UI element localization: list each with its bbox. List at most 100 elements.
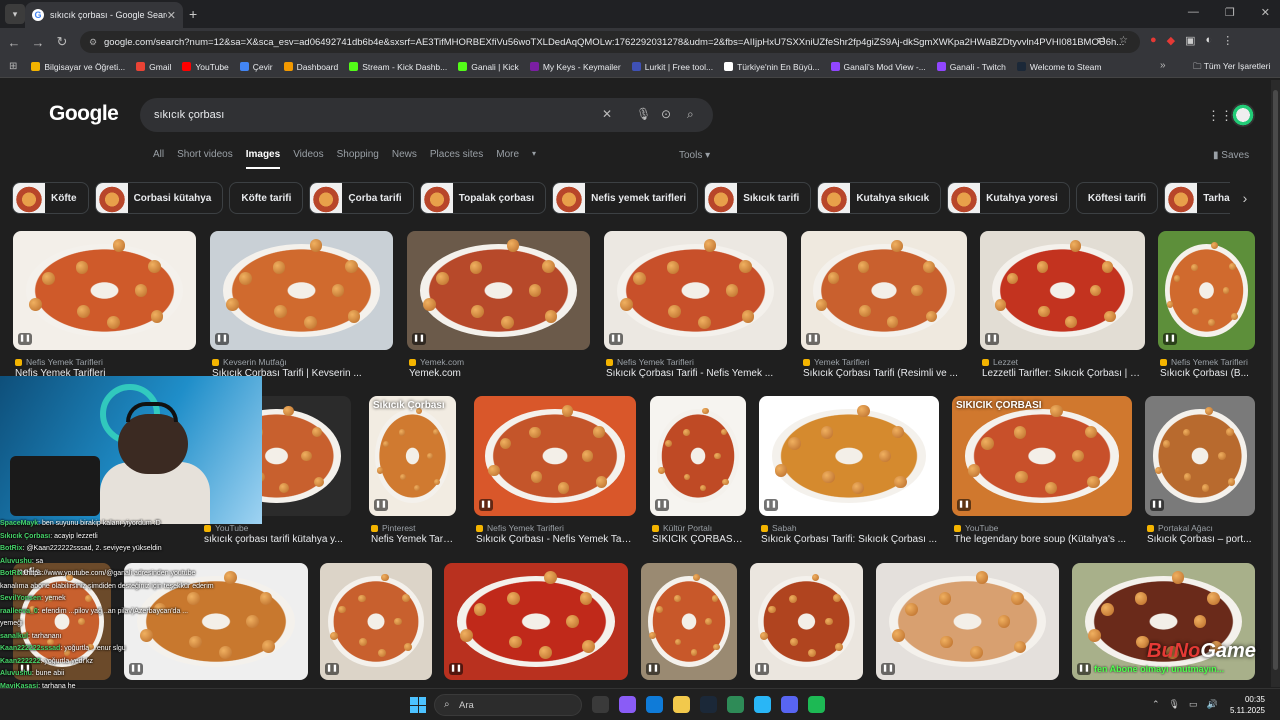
scrollbar-thumb[interactable]	[1273, 90, 1278, 670]
minimize-icon[interactable]: —	[1188, 6, 1199, 19]
result-source[interactable]: Pinterest	[371, 523, 454, 533]
result-source[interactable]: Nefis Yemek Tarifleri	[15, 357, 194, 367]
search-icon[interactable]: ⌕	[687, 107, 694, 122]
result-title[interactable]: Sıkıcık Çorbası (B...	[1160, 368, 1253, 379]
restore-icon[interactable]: ❐	[1225, 6, 1235, 19]
extensions-puzzle-icon[interactable]: ▣	[1185, 34, 1195, 47]
chip-item[interactable]: Tarhana	[1164, 182, 1230, 214]
more-bookmarks-icon[interactable]: »	[1160, 60, 1166, 71]
taskbar-app-icon[interactable]	[592, 696, 609, 713]
image-result[interactable]: SIKICIK ÇORBASI ❚❚ YouTube The legendary bo…	[952, 396, 1132, 552]
chip-item[interactable]: Çorba tarifi	[309, 182, 414, 214]
system-clock[interactable]: 00:35 5.11.2025	[1230, 694, 1265, 716]
result-source[interactable]: YouTube	[954, 523, 1130, 533]
result-title[interactable]: SIKICIK ÇORBASI ...	[652, 534, 744, 545]
result-title[interactable]: Sıkıcık Çorbası Tarifi - Nefis Yemek ...	[606, 368, 785, 379]
result-source[interactable]: Sabah	[761, 523, 937, 533]
result-source[interactable]: Yemek Tarifleri	[803, 357, 965, 367]
taskbar-app-icon[interactable]	[619, 696, 636, 713]
taskbar-app-icon[interactable]	[646, 696, 663, 713]
result-thumbnail[interactable]: ❚❚	[759, 396, 939, 516]
result-title[interactable]: The legendary bore soup (Kütahya's ...	[954, 534, 1130, 545]
chip-item[interactable]: Kutahya sıkıcık	[817, 182, 942, 214]
search-input[interactable]: sıkıcık çorbası	[154, 109, 224, 121]
result-source[interactable]: Yemek.com	[409, 357, 588, 367]
bookmark-item[interactable]: Lurkit | Free tool...	[631, 62, 713, 72]
reload-icon[interactable]: ↻	[50, 34, 74, 50]
bookmark-item[interactable]: Gmail	[136, 62, 171, 72]
saves-button[interactable]: ▮ Saves	[1213, 150, 1249, 161]
taskbar-app-icon[interactable]	[781, 696, 798, 713]
image-result[interactable]: ❚❚ Yemek.com Yemek.com	[407, 231, 590, 386]
profile-icon[interactable]: ◐	[1206, 34, 1213, 47]
taskbar-app-icon[interactable]	[754, 696, 771, 713]
image-result[interactable]: ❚❚	[750, 563, 863, 680]
result-title[interactable]: Yemek.com	[409, 368, 588, 379]
image-result[interactable]: ❚❚ Kevserin Mutfağı Sıkıcık Çorbası Tarifi…	[210, 231, 393, 386]
image-result[interactable]: ❚❚ Kültür Portalı SIKICIK ÇORBASI ...	[650, 396, 746, 552]
avatar[interactable]	[1231, 103, 1255, 127]
bookmark-item[interactable]: Welcome to Steam	[1016, 62, 1102, 72]
result-thumbnail[interactable]: ❚❚	[13, 231, 196, 350]
tab-videos[interactable]: Videos	[293, 149, 323, 169]
bookmark-item[interactable]: Stream - Kick Dashb...	[349, 62, 447, 72]
result-title[interactable]: Nefis Yemek Tarifle...	[371, 534, 454, 545]
bookmark-item[interactable]: Türkiye'nin En Büyü...	[724, 62, 820, 72]
bookmark-item[interactable]: YouTube	[182, 62, 229, 72]
chip-scroll-right-icon[interactable]: ›	[1232, 190, 1258, 208]
image-result[interactable]: ❚❚ Yemek Tarifleri Sıkıcık Çorbası Tarifi …	[801, 231, 967, 386]
result-thumbnail[interactable]: ❚❚	[320, 563, 432, 680]
extension-icon-1[interactable]: ●	[1150, 34, 1157, 47]
bookmark-item[interactable]: Bilgisayar ve Öğreti...	[31, 62, 125, 72]
result-title[interactable]: Sıkıcık Çorbası - Nefis Yemek Tari...	[476, 534, 634, 545]
result-thumbnail[interactable]: Sıkıcık Çorbası ❚❚	[369, 396, 456, 516]
tab-search-button[interactable]: ▾	[5, 4, 25, 24]
tray-overflow-icon[interactable]: ⌃	[1152, 699, 1160, 710]
image-result[interactable]: ❚❚	[444, 563, 628, 680]
result-thumbnail[interactable]: ❚❚	[641, 563, 737, 680]
browser-menu-icon[interactable]: ⋮	[1222, 34, 1233, 47]
site-info-icon[interactable]: ⚙	[89, 37, 97, 48]
chip-item[interactable]: Nefis yemek tarifleri	[552, 182, 699, 214]
image-result[interactable]: ❚❚ Sabah Sıkıcık Çorbası Tarifi: Sıkıcık Ç…	[759, 396, 939, 552]
browser-tab[interactable]: G sıkıcık çorbası - Google Search ✕	[25, 2, 183, 28]
result-source[interactable]: Nefis Yemek Tarifleri	[606, 357, 785, 367]
tools-button[interactable]: Tools ▾	[679, 150, 710, 161]
bookmark-item[interactable]: My Keys - Keymailer	[529, 62, 621, 72]
result-thumbnail[interactable]: ❚❚	[604, 231, 787, 350]
chip-item[interactable]: Sıkıcık tarifi	[704, 182, 812, 214]
result-title[interactable]: Sıkıcık Çorbası Tarifi (Resimli ve ...	[803, 368, 965, 379]
tab-all[interactable]: All	[153, 149, 164, 169]
taskbar-app-icon[interactable]	[700, 696, 717, 713]
all-bookmarks-folder[interactable]: 🗀 Tüm Yer İşaretleri	[1193, 61, 1270, 75]
chip-item[interactable]: Köftesi tarifi	[1075, 182, 1159, 214]
result-thumbnail[interactable]: ❚❚	[801, 231, 967, 350]
image-result[interactable]: ❚❚ Nefis Yemek Tarifleri Sıkıcık Çorbası (…	[1158, 231, 1255, 386]
translate-icon[interactable]: ⇄	[1097, 35, 1105, 46]
image-result[interactable]: Sıkıcık Çorbası ❚❚ Pinterest Nefis Yemek Ta…	[369, 396, 456, 552]
image-result[interactable]: ❚❚	[320, 563, 432, 680]
result-source[interactable]: Kevserin Mutfağı	[212, 357, 391, 367]
extension-icon-2[interactable]: ◆	[1167, 34, 1175, 47]
image-result[interactable]: ❚❚ Nefis Yemek Tarifleri Sıkıcık Çorbası T…	[604, 231, 787, 386]
address-bar[interactable]: ⚙ google.com/search?num=12&sa=X&sca_esv=…	[80, 31, 1140, 53]
microphone-icon[interactable]: 🎙	[636, 107, 651, 121]
chip-item[interactable]: Köfte tarifi	[229, 182, 304, 214]
bookmark-item[interactable]: Ganali | Kick	[458, 62, 519, 72]
tab-shopping[interactable]: Shopping	[337, 149, 379, 169]
chip-item[interactable]: Topalak çorbası	[419, 182, 547, 214]
result-source[interactable]: Nefis Yemek Tarifleri	[476, 523, 634, 533]
result-thumbnail[interactable]: ❚❚	[1145, 396, 1255, 516]
taskbar-app-icon[interactable]	[673, 696, 690, 713]
image-result[interactable]: ❚❚ Nefis Yemek Tarifleri Nefis Yemek Tarif…	[13, 231, 196, 386]
search-box[interactable]: sıkıcık çorbası ✕ 🎙 ⊙ ⌕	[140, 98, 713, 132]
result-source[interactable]: Lezzet	[982, 357, 1143, 367]
chip-item[interactable]: Kutahya yoresi	[947, 182, 1070, 214]
lens-icon[interactable]: ⊙	[661, 107, 671, 121]
close-tab-icon[interactable]: ✕	[167, 9, 176, 22]
result-source[interactable]: Nefis Yemek Tarifleri	[1160, 357, 1253, 367]
bookmark-item[interactable]: Ganali - Twitch	[936, 62, 1006, 72]
bookmark-item[interactable]: Ganali's Mod View -...	[830, 62, 926, 72]
mic-icon[interactable]: 🎙	[1169, 699, 1180, 710]
result-title[interactable]: Sıkıcık Çorbası Tarifi: Sıkıcık Çorbası …	[761, 534, 937, 545]
